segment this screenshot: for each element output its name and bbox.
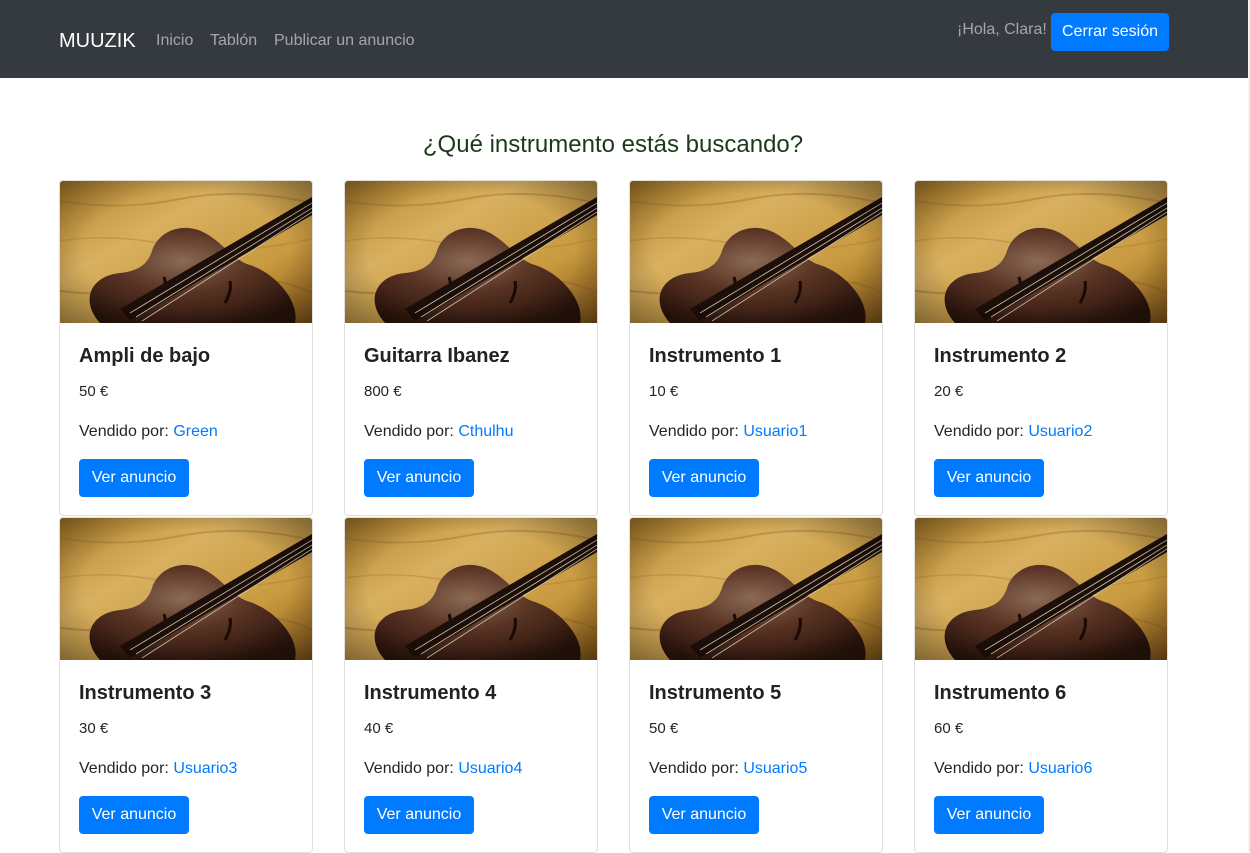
sold-by-label: Vendido por: [934, 423, 1024, 440]
listing-seller: Vendido por: Green [79, 422, 218, 442]
instrument-image [345, 518, 597, 660]
listing-seller: Vendido por: Usuario1 [649, 422, 807, 442]
nav-link-tablon[interactable]: Tablón [210, 31, 257, 51]
view-listing-button[interactable]: Ver anuncio [934, 796, 1044, 834]
seller-link[interactable]: Cthulhu [458, 423, 513, 440]
listing-card: Instrumento 5 50 € Vendido por: Usuario5 Ve… [629, 517, 883, 853]
seller-link[interactable]: Usuario4 [458, 760, 522, 777]
greeting-text: ¡Hola, Clara! [957, 21, 1047, 38]
listing-card: Guitarra Ibanez 800 € Vendido por: Cthulhu… [344, 180, 598, 516]
sold-by-label: Vendido por: [79, 423, 169, 440]
listing-seller: Vendido por: Cthulhu [364, 422, 513, 442]
listing-card: Instrumento 2 20 € Vendido por: Usuario2 Ve… [914, 180, 1168, 516]
instrument-image [630, 518, 882, 660]
instrument-image [60, 518, 312, 660]
sold-by-label: Vendido por: [79, 760, 169, 777]
view-listing-button[interactable]: Ver anuncio [79, 796, 189, 834]
listing-price: 50 € [649, 720, 679, 737]
listing-seller: Vendido por: Usuario3 [79, 759, 237, 779]
seller-link[interactable]: Green [173, 423, 217, 440]
seller-link[interactable]: Usuario6 [1028, 760, 1092, 777]
sold-by-label: Vendido por: [364, 760, 454, 777]
listing-title: Instrumento 5 [649, 682, 782, 704]
listing-price: 30 € [79, 720, 109, 737]
listing-price: 40 € [364, 720, 394, 737]
nav-link-publicar[interactable]: Publicar un anuncio [274, 31, 415, 51]
listing-seller: Vendido por: Usuario2 [934, 422, 1092, 442]
instrument-image [630, 181, 882, 323]
listing-price: 50 € [79, 383, 109, 400]
seller-link[interactable]: Usuario5 [743, 760, 807, 777]
view-listing-button[interactable]: Ver anuncio [79, 459, 189, 497]
listing-card: Instrumento 4 40 € Vendido por: Usuario4 Ve… [344, 517, 598, 853]
listing-card: Instrumento 3 30 € Vendido por: Usuario3 Ve… [59, 517, 313, 853]
view-listing-button[interactable]: Ver anuncio [364, 459, 474, 497]
listing-seller: Vendido por: Usuario4 [364, 759, 522, 779]
instrument-image [915, 518, 1167, 660]
listing-seller: Vendido por: Usuario6 [934, 759, 1092, 779]
nav-link-inicio[interactable]: Inicio [156, 31, 193, 51]
sold-by-label: Vendido por: [364, 423, 454, 440]
top-navbar: MUUZIK Inicio Tablón Publicar un anuncio… [0, 0, 1248, 78]
listing-title: Instrumento 2 [934, 345, 1067, 367]
listing-title: Ampli de bajo [79, 345, 211, 367]
listing-title: Instrumento 6 [934, 682, 1067, 704]
sold-by-label: Vendido por: [649, 760, 739, 777]
sold-by-label: Vendido por: [649, 423, 739, 440]
listing-price: 20 € [934, 383, 964, 400]
listing-seller: Vendido por: Usuario5 [649, 759, 807, 779]
listing-card: Ampli de bajo 50 € Vendido por: Green Ver a… [59, 180, 313, 516]
listing-title: Guitarra Ibanez [364, 345, 510, 367]
page-heading: ¿Qué instrumento estás buscando? [422, 131, 804, 158]
listing-card: Instrumento 6 60 € Vendido por: Usuario6 Ve… [914, 517, 1168, 853]
brand-logo[interactable]: MUUZIK [59, 29, 136, 53]
seller-link[interactable]: Usuario2 [1028, 423, 1092, 440]
instrument-image [915, 181, 1167, 323]
view-listing-button[interactable]: Ver anuncio [364, 796, 474, 834]
view-listing-button[interactable]: Ver anuncio [934, 459, 1044, 497]
instrument-image [60, 181, 312, 323]
listing-title: Instrumento 3 [79, 682, 212, 704]
listing-title: Instrumento 4 [364, 682, 497, 704]
seller-link[interactable]: Usuario1 [743, 423, 807, 440]
listing-card: Instrumento 1 10 € Vendido por: Usuario1 Ve… [629, 180, 883, 516]
view-listing-button[interactable]: Ver anuncio [649, 796, 759, 834]
view-listing-button[interactable]: Ver anuncio [649, 459, 759, 497]
logout-button[interactable]: Cerrar sesión [1051, 13, 1169, 51]
instrument-image [345, 181, 597, 323]
listing-price: 10 € [649, 383, 679, 400]
sold-by-label: Vendido por: [934, 760, 1024, 777]
seller-link[interactable]: Usuario3 [173, 760, 237, 777]
listing-price: 800 € [364, 383, 402, 400]
listing-title: Instrumento 1 [649, 345, 782, 367]
listing-price: 60 € [934, 720, 964, 737]
